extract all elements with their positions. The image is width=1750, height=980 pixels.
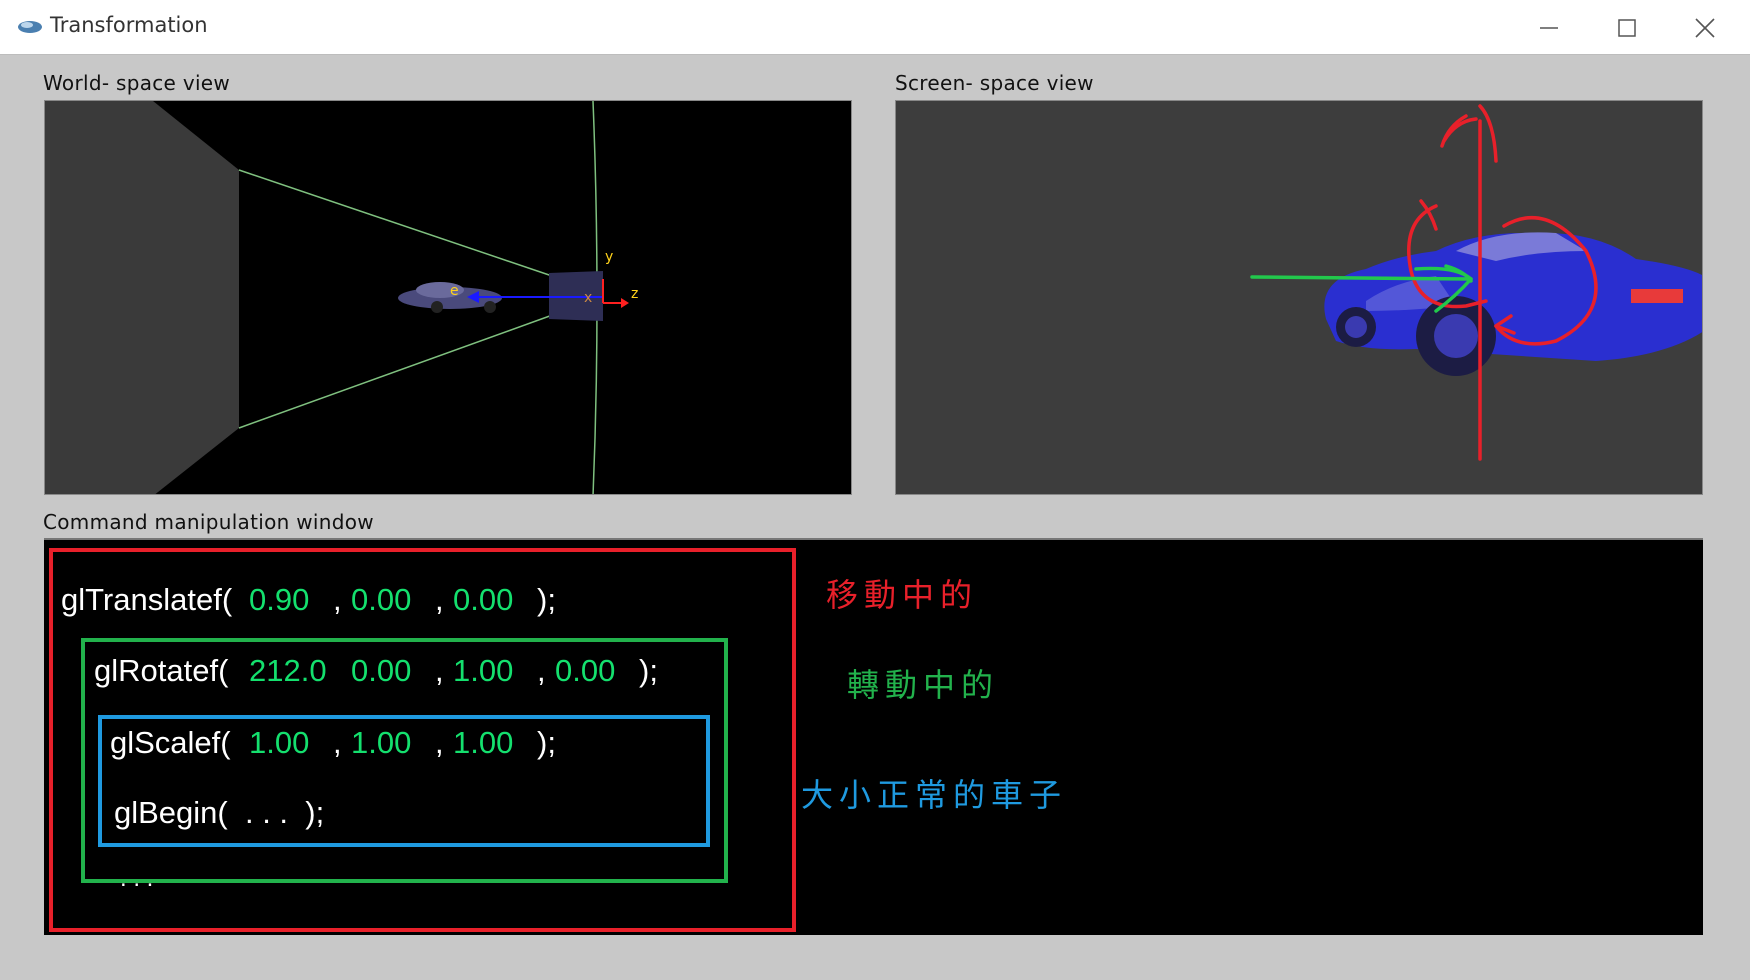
title-bar: Transformation — [0, 0, 1750, 55]
arg-separator: , — [435, 582, 444, 617]
translate-close: ); — [537, 582, 556, 617]
arg-separator: , — [435, 653, 444, 688]
scale-y-value[interactable]: 1.00 — [351, 725, 411, 761]
axis-z-label: z — [631, 286, 638, 302]
screen-space-view[interactable] — [895, 100, 1703, 495]
translate-y-value[interactable]: 0.00 — [351, 582, 411, 618]
axis-z-arrowhead — [621, 298, 629, 308]
rotate-angle-value[interactable]: 212.0 — [249, 653, 327, 689]
scale-x-value[interactable]: 1.00 — [249, 725, 309, 761]
screen-car — [1324, 232, 1702, 376]
axis-x-label: x — [584, 290, 592, 306]
maximize-button[interactable] — [1588, 0, 1666, 55]
translate-annotation: 移動中的 — [826, 576, 979, 614]
minimize-icon — [1540, 26, 1558, 29]
frustum-far-plane — [45, 101, 239, 494]
scale-annotation: 大小正常的車子 — [801, 776, 1068, 814]
frustum-edge-bottom — [238, 312, 559, 429]
command-window-label: Command manipulation window — [43, 510, 374, 534]
close-icon — [1695, 17, 1715, 38]
scale-z-value[interactable]: 1.00 — [453, 725, 513, 761]
begin-statement: glBegin( . . . ); — [114, 795, 325, 830]
translate-z-value[interactable]: 0.00 — [453, 582, 513, 618]
translate-x-value[interactable]: 0.90 — [249, 582, 309, 618]
translate-function: glTranslatef( — [61, 582, 233, 617]
rotate-close: ); — [639, 653, 658, 688]
close-button[interactable] — [1666, 0, 1744, 55]
scale-function: glScalef( — [110, 725, 231, 760]
rotate-z-value[interactable]: 0.00 — [555, 653, 615, 689]
maximize-icon — [1618, 18, 1636, 37]
rotate-annotation: 轉動中的 — [847, 666, 1000, 704]
minimize-button[interactable] — [1510, 0, 1588, 55]
arg-separator: , — [435, 725, 444, 760]
scale-close: ); — [537, 725, 556, 760]
frustum-edge-top — [238, 169, 559, 279]
arg-separator: , — [333, 725, 342, 760]
rotate-function: glRotatef( — [94, 653, 229, 688]
more-commands-ellipsis: . . . — [120, 865, 154, 892]
app-icon — [18, 21, 42, 33]
eye-label: e — [450, 283, 459, 299]
arg-separator: , — [333, 582, 342, 617]
world-space-view[interactable]: y z x e — [44, 100, 852, 495]
rotate-y-value[interactable]: 1.00 — [453, 653, 513, 689]
arg-separator: , — [537, 653, 546, 688]
world-view-label: World- space view — [43, 71, 231, 95]
command-manipulation-window[interactable]: glTranslatef( 0.90 , 0.00 , 0.00 ); glRo… — [44, 538, 1703, 935]
axis-y-label: y — [605, 249, 613, 265]
rotate-x-value[interactable]: 0.00 — [351, 653, 411, 689]
screen-view-label: Screen- space view — [895, 71, 1094, 95]
window-title: Transformation — [50, 13, 208, 37]
